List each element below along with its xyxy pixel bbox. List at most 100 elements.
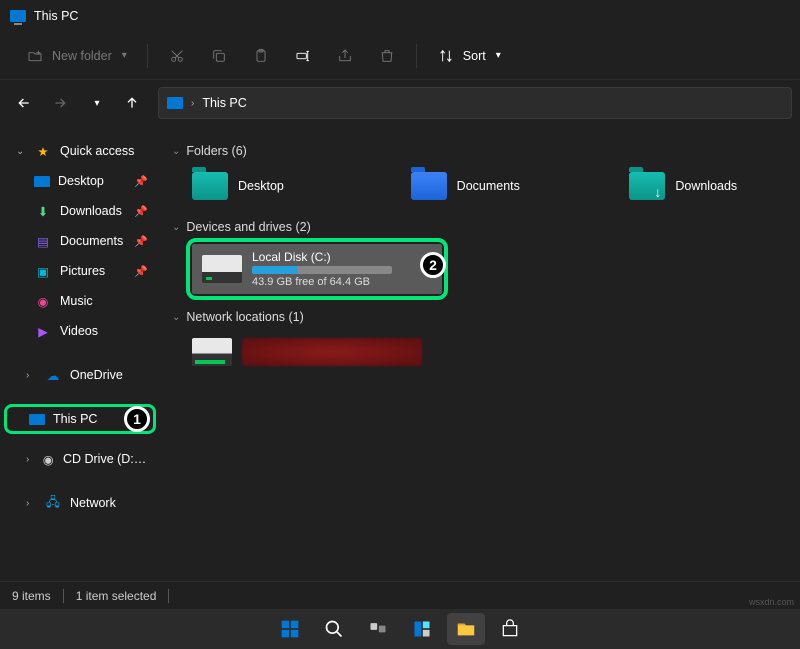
sidebar-onedrive[interactable]: › ☁ OneDrive: [4, 360, 156, 390]
start-button[interactable]: [271, 613, 309, 645]
drive-usage-bar: [252, 266, 392, 274]
new-folder-icon: [26, 47, 44, 65]
widgets-button[interactable]: [403, 613, 441, 645]
download-icon: ⬇: [34, 202, 52, 220]
paste-icon: [252, 47, 270, 65]
music-icon: ◉: [34, 292, 52, 310]
sidebar-item-desktop[interactable]: Desktop 📌: [4, 166, 156, 196]
share-icon: [336, 47, 354, 65]
chevron-down-icon: ▾: [94, 98, 99, 109]
cut-button[interactable]: [158, 41, 196, 71]
folder-label: Desktop: [238, 179, 284, 193]
new-folder-button[interactable]: New folder ▾: [16, 41, 137, 71]
chevron-down-icon: ⌄: [172, 146, 180, 157]
folder-icon: [411, 172, 447, 200]
folder-documents[interactable]: Documents: [411, 172, 570, 200]
drive-info: Local Disk (C:) 43.9 GB free of 64.4 GB: [252, 250, 392, 288]
chevron-down-icon: ⌄: [16, 146, 26, 157]
drive-icon: [202, 255, 242, 283]
pin-icon: 📌: [134, 235, 148, 248]
network-location-item[interactable]: [192, 338, 788, 366]
group-title: Devices and drives (2): [186, 220, 310, 234]
file-explorer-button[interactable]: [447, 613, 485, 645]
desktop-icon: [34, 176, 50, 187]
network-drive-icon: [192, 338, 232, 366]
rename-icon: [294, 47, 312, 65]
cloud-icon: ☁: [44, 366, 62, 384]
sidebar-item-documents[interactable]: ▤ Documents 📌: [4, 226, 156, 256]
breadcrumb-segment[interactable]: This PC: [202, 96, 246, 110]
up-button[interactable]: [116, 87, 148, 119]
status-separator: [63, 589, 64, 603]
back-button[interactable]: [8, 87, 40, 119]
task-view-button[interactable]: [359, 613, 397, 645]
forward-button[interactable]: [44, 87, 76, 119]
main-area: ⌄ ★ Quick access Desktop 📌 ⬇ Downloads 📌…: [0, 126, 800, 581]
sort-icon: [437, 47, 455, 65]
folder-icon: [629, 172, 665, 200]
sidebar-label: OneDrive: [70, 368, 123, 382]
pin-icon: 📌: [134, 205, 148, 218]
sidebar-label: Quick access: [60, 144, 134, 158]
store-button[interactable]: [491, 613, 529, 645]
sort-button[interactable]: Sort ▾: [427, 41, 511, 71]
address-bar[interactable]: › This PC: [158, 87, 792, 119]
document-icon: ▤: [34, 232, 52, 250]
chevron-right-icon: ›: [26, 454, 33, 465]
chevron-right-icon: ›: [26, 370, 36, 381]
folder-label: Downloads: [675, 179, 737, 193]
sidebar-label: Music: [60, 294, 93, 308]
pin-icon: 📌: [134, 175, 148, 188]
sidebar-label: Downloads: [60, 204, 122, 218]
group-header-drives[interactable]: ⌄ Devices and drives (2): [172, 216, 788, 238]
status-item-count: 9 items: [12, 589, 51, 603]
chevron-right-icon: ›: [26, 498, 36, 509]
folders-row: Desktop Documents Downloads: [172, 162, 788, 210]
redacted-label: [242, 338, 422, 366]
drive-name: Local Disk (C:): [252, 250, 392, 264]
sidebar-network[interactable]: › 🖧 Network: [4, 488, 156, 518]
videos-icon: ▶: [34, 322, 52, 340]
callout-1: 1: [124, 406, 150, 432]
window-title: This PC: [34, 9, 78, 23]
folder-desktop[interactable]: Desktop: [192, 172, 351, 200]
sidebar-item-pictures[interactable]: ▣ Pictures 📌: [4, 256, 156, 286]
watermark: wsxdn.com: [749, 597, 794, 607]
network-icon: 🖧: [44, 494, 62, 512]
taskbar: [0, 609, 800, 649]
chevron-down-icon: ⌄: [172, 312, 180, 323]
new-folder-label: New folder: [52, 49, 112, 63]
paste-button[interactable]: [242, 41, 280, 71]
group-header-folders[interactable]: ⌄ Folders (6): [172, 140, 788, 162]
chevron-down-icon: ▾: [122, 50, 127, 61]
chevron-down-icon: ⌄: [172, 222, 180, 233]
drive-highlight: Local Disk (C:) 43.9 GB free of 64.4 GB …: [186, 238, 448, 300]
drive-free-text: 43.9 GB free of 64.4 GB: [252, 276, 392, 288]
sidebar-label: Pictures: [60, 264, 105, 278]
group-header-network[interactable]: ⌄ Network locations (1): [172, 306, 788, 328]
this-pc-icon: [10, 10, 26, 22]
sidebar-item-music[interactable]: ◉ Music: [4, 286, 156, 316]
title-bar: This PC: [0, 0, 800, 32]
status-bar: 9 items 1 item selected: [0, 581, 800, 609]
sidebar-quick-access[interactable]: ⌄ ★ Quick access: [4, 136, 156, 166]
delete-icon: [378, 47, 396, 65]
recent-locations-button[interactable]: ▾: [80, 87, 112, 119]
sidebar-item-downloads[interactable]: ⬇ Downloads 📌: [4, 196, 156, 226]
search-button[interactable]: [315, 613, 353, 645]
folder-label: Documents: [457, 179, 520, 193]
group-title: Folders (6): [186, 144, 246, 158]
sidebar-cd-drive[interactable]: › ◉ CD Drive (D:) Virtual: [4, 444, 156, 474]
folder-downloads[interactable]: Downloads: [629, 172, 788, 200]
group-title: Network locations (1): [186, 310, 303, 324]
star-icon: ★: [34, 142, 52, 160]
cut-icon: [168, 47, 186, 65]
copy-button[interactable]: [200, 41, 238, 71]
drive-local-disk-c[interactable]: Local Disk (C:) 43.9 GB free of 64.4 GB: [192, 244, 442, 294]
rename-button[interactable]: [284, 41, 322, 71]
sidebar-item-videos[interactable]: ▶ Videos: [4, 316, 156, 346]
sidebar-label: Desktop: [58, 174, 104, 188]
delete-button[interactable]: [368, 41, 406, 71]
navigation-pane: ⌄ ★ Quick access Desktop 📌 ⬇ Downloads 📌…: [0, 126, 160, 581]
share-button[interactable]: [326, 41, 364, 71]
